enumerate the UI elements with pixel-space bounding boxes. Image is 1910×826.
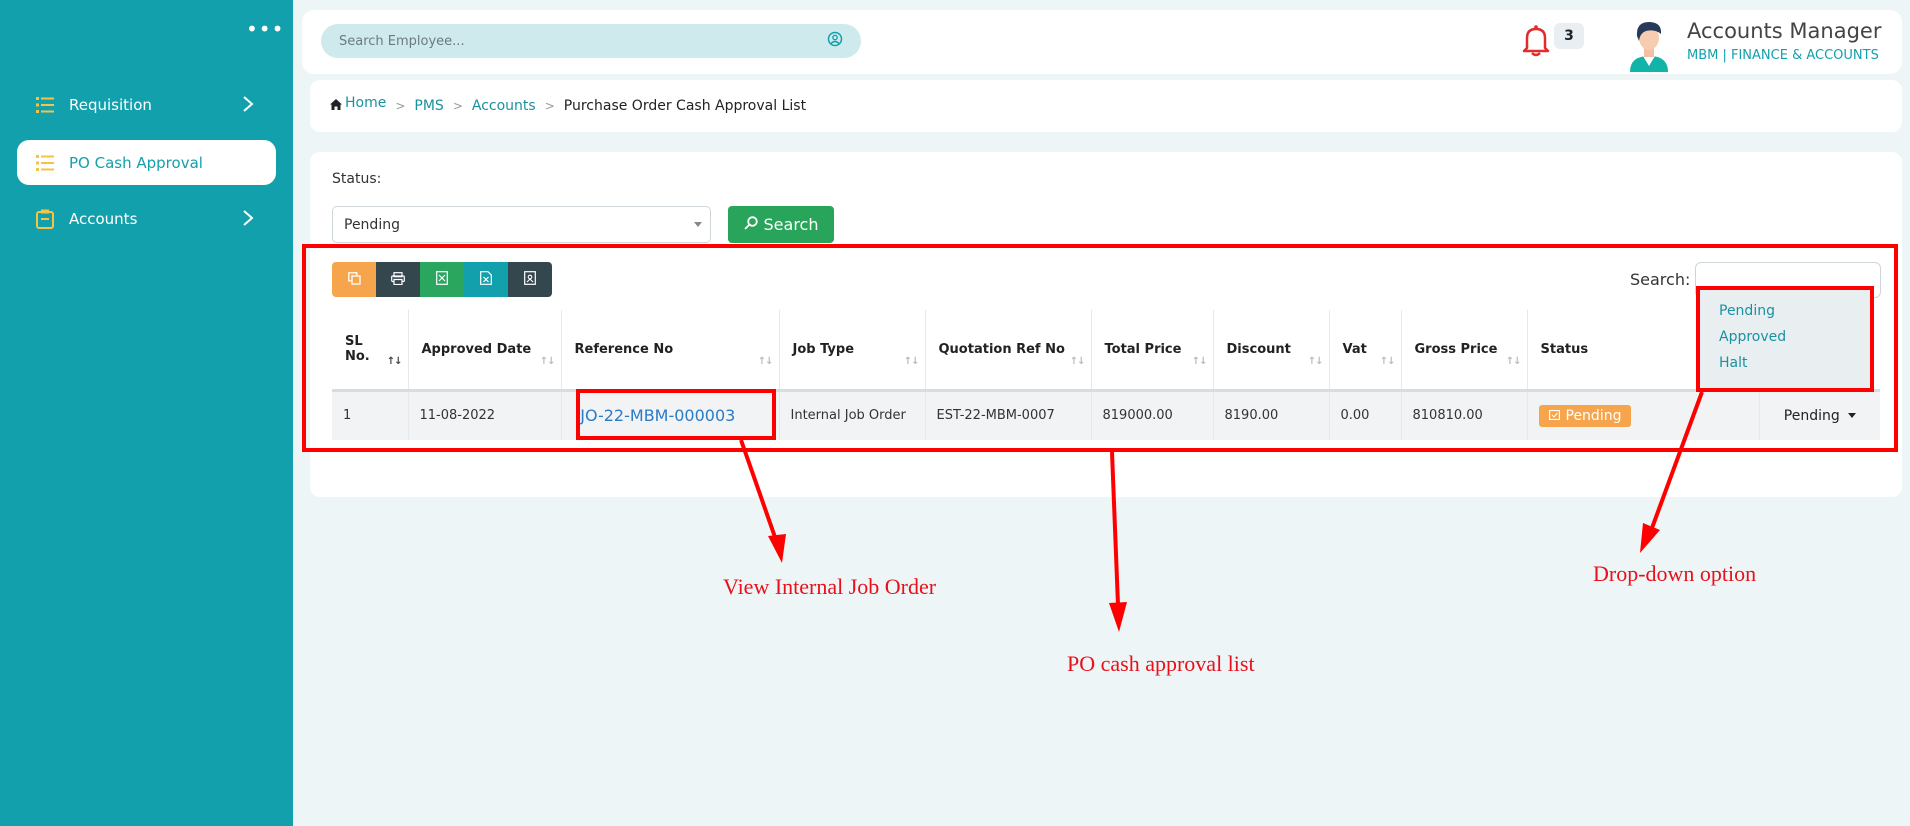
annotation-label-list: PO cash approval list <box>1067 651 1255 676</box>
annotation-label-dropdown: Drop-down option <box>1593 561 1757 586</box>
annotation-arrows <box>739 391 1704 632</box>
annotation-label-view-job: View Internal Job Order <box>723 574 937 599</box>
